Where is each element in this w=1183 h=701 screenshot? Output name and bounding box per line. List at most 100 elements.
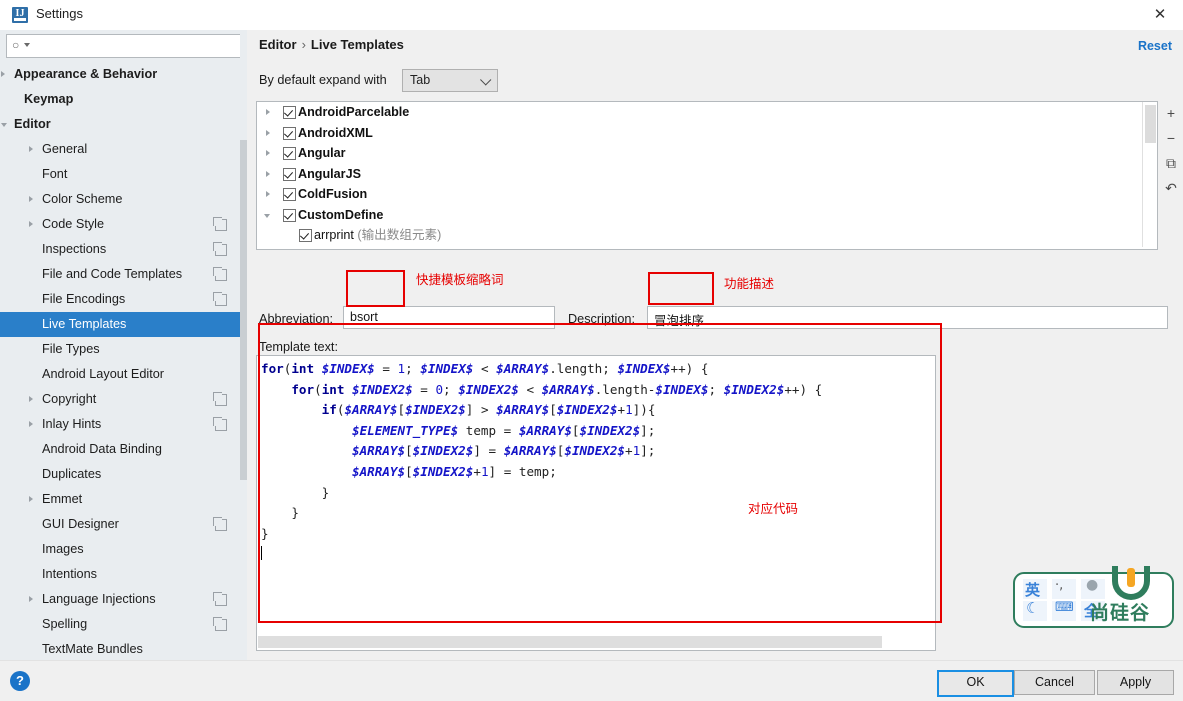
- sidebar-item-code-style[interactable]: Code Style: [0, 212, 247, 237]
- remove-template-button[interactable]: −: [1159, 126, 1183, 151]
- sidebar-item-android-data-binding[interactable]: Android Data Binding: [0, 437, 247, 462]
- sidebar-item-file-and-code-templates[interactable]: File and Code Templates: [0, 262, 247, 287]
- apply-button[interactable]: Apply: [1097, 670, 1174, 695]
- brand-name: 尚硅谷: [1090, 598, 1150, 625]
- sidebar-item-spelling[interactable]: Spelling: [0, 612, 247, 637]
- tree-row-checkbox[interactable]: [283, 127, 296, 140]
- chevron-right-icon: [29, 596, 33, 602]
- code-token: [261, 382, 291, 397]
- sidebar-item-appearance-behavior[interactable]: Appearance & Behavior: [0, 62, 247, 87]
- sidebar-item-file-encodings[interactable]: File Encodings: [0, 287, 247, 312]
- ok-button[interactable]: OK: [937, 670, 1014, 697]
- code-token: ++) {: [671, 361, 709, 376]
- sidebar-item-language-injections[interactable]: Language Injections: [0, 587, 247, 612]
- tree-row-label: CustomDefine: [298, 205, 383, 226]
- sidebar-item-gui-designer[interactable]: GUI Designer: [0, 512, 247, 537]
- code-token: $ARRAY$: [542, 382, 595, 397]
- chevron-right-icon[interactable]: [266, 171, 270, 177]
- sidebar-item-inspections[interactable]: Inspections: [0, 237, 247, 262]
- tree-row-checkbox[interactable]: [283, 147, 296, 160]
- sidebar-item-inlay-hints[interactable]: Inlay Hints: [0, 412, 247, 437]
- add-template-button[interactable]: +: [1159, 101, 1183, 126]
- tree-row-checkbox[interactable]: [299, 229, 312, 242]
- code-token: [: [549, 402, 557, 417]
- code-token: $INDEX2$: [352, 382, 413, 397]
- sidebar-item-font[interactable]: Font: [0, 162, 247, 187]
- tree-row[interactable]: ColdFusion: [257, 184, 1141, 205]
- code-token: $ARRAY$: [519, 423, 572, 438]
- chevron-down-icon[interactable]: [264, 214, 270, 218]
- sidebar-item-android-layout-editor[interactable]: Android Layout Editor: [0, 362, 247, 387]
- code-token: (: [314, 382, 322, 397]
- tree-row-checkbox[interactable]: [283, 168, 296, 181]
- code-token: 1: [481, 464, 489, 479]
- sidebar-item-textmate-bundles[interactable]: TextMate Bundles: [0, 637, 247, 660]
- code-token: $INDEX2$: [405, 402, 466, 417]
- sidebar-item-editor[interactable]: Editor: [0, 112, 247, 137]
- sidebar-scrollbar[interactable]: [240, 30, 247, 628]
- help-icon[interactable]: ?: [10, 671, 30, 691]
- code-token: $ELEMENT_TYPE$: [352, 423, 458, 438]
- chevron-right-icon[interactable]: [266, 109, 270, 115]
- sidebar-item-live-templates[interactable]: Live Templates: [0, 312, 247, 337]
- sidebar-item-label: Font: [42, 162, 67, 187]
- description-value: 冒泡排序: [654, 310, 704, 329]
- close-icon[interactable]: ✕: [1137, 0, 1183, 30]
- tree-row[interactable]: Angular: [257, 143, 1141, 164]
- chevron-right-icon[interactable]: [266, 150, 270, 156]
- code-token: $ARRAY$: [504, 443, 557, 458]
- code-token: int: [322, 382, 345, 397]
- restore-defaults-button[interactable]: ↶: [1159, 176, 1183, 201]
- sidebar-item-general[interactable]: General: [0, 137, 247, 162]
- tree-row[interactable]: AngularJS: [257, 164, 1141, 185]
- code-token: +: [617, 402, 625, 417]
- sidebar-item-file-types[interactable]: File Types: [0, 337, 247, 362]
- copy-icon: [215, 594, 227, 606]
- sidebar-item-copyright[interactable]: Copyright: [0, 387, 247, 412]
- duplicate-template-button[interactable]: ⧉: [1159, 151, 1183, 176]
- breadcrumb-root[interactable]: Editor: [259, 37, 297, 52]
- code-token: ++) {: [784, 382, 822, 397]
- cancel-button[interactable]: Cancel: [1014, 670, 1095, 695]
- chevron-right-icon: [29, 221, 33, 227]
- tree-row-checkbox[interactable]: [283, 188, 296, 201]
- abbreviation-input[interactable]: bsort: [343, 306, 555, 329]
- sidebar-item-keymap[interactable]: Keymap: [0, 87, 247, 112]
- chevron-right-icon: [29, 196, 33, 202]
- sidebar-item-images[interactable]: Images: [0, 537, 247, 562]
- sidebar-item-label: Color Scheme: [42, 187, 122, 212]
- code-token: .length;: [549, 361, 617, 376]
- template-text-editor[interactable]: for(int $INDEX$ = 1; $INDEX$ < $ARRAY$.l…: [256, 355, 936, 651]
- sidebar-item-emmet[interactable]: Emmet: [0, 487, 247, 512]
- expand-with-select[interactable]: Tab: [402, 69, 498, 92]
- template-code[interactable]: for(int $INDEX$ = 1; $INDEX$ < $ARRAY$.l…: [261, 359, 933, 632]
- tree-row[interactable]: AndroidParcelable: [257, 102, 1141, 123]
- code-token: =: [375, 361, 398, 376]
- tree-row[interactable]: arrprint (输出数组元素): [257, 225, 1141, 246]
- chevron-right-icon[interactable]: [266, 130, 270, 136]
- tree-scrollbar[interactable]: [1142, 102, 1157, 247]
- template-tree[interactable]: AndroidParcelableAndroidXMLAngularAngula…: [256, 101, 1158, 250]
- tree-row[interactable]: CustomDefine: [257, 205, 1141, 226]
- copy-icon: [215, 269, 227, 281]
- reset-link[interactable]: Reset: [1138, 39, 1172, 53]
- annotation-abbreviation-note: 快捷模板缩略词: [416, 269, 504, 288]
- copy-icon: [215, 419, 227, 431]
- description-input[interactable]: 冒泡排序: [647, 306, 1168, 329]
- sidebar-item-color-scheme[interactable]: Color Scheme: [0, 187, 247, 212]
- chevron-right-icon[interactable]: [266, 191, 270, 197]
- search-input[interactable]: ○: [6, 34, 242, 58]
- tree-row-label: AndroidXML: [298, 123, 373, 144]
- code-token: ] =: [473, 443, 503, 458]
- code-token: ];: [640, 443, 655, 458]
- sidebar-item-duplicates[interactable]: Duplicates: [0, 462, 247, 487]
- tree-row[interactable]: bsort (冒泡排序): [257, 246, 1141, 248]
- code-token: $INDEX$: [420, 361, 473, 376]
- code-token: $ARRAY$: [496, 361, 549, 376]
- tree-row[interactable]: AndroidXML: [257, 123, 1141, 144]
- tree-row-checkbox[interactable]: [283, 209, 296, 222]
- copy-icon: [215, 619, 227, 631]
- sidebar-item-intentions[interactable]: Intentions: [0, 562, 247, 587]
- tree-row-checkbox[interactable]: [283, 106, 296, 119]
- editor-horizontal-scrollbar[interactable]: [258, 635, 934, 649]
